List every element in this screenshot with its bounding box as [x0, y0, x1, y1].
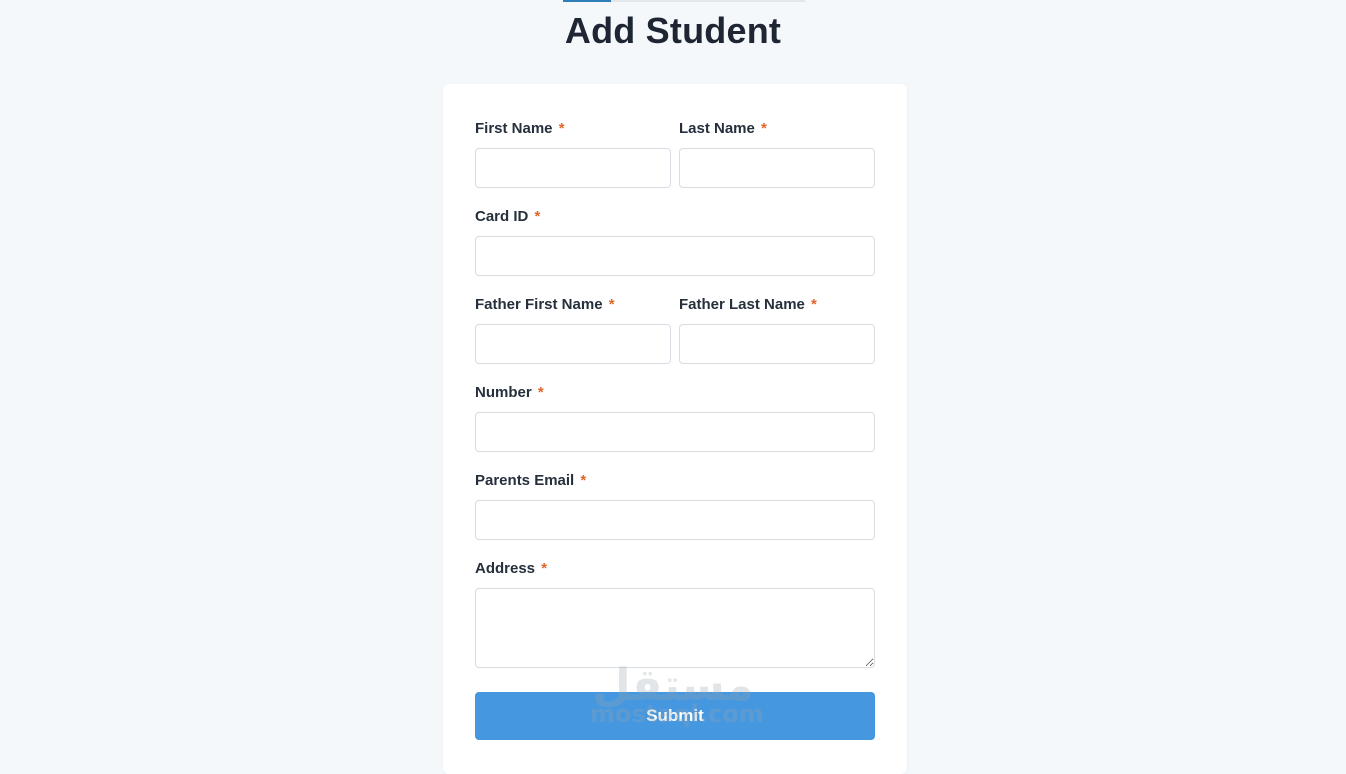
- card-id-label: Card ID *: [475, 208, 540, 225]
- required-marker: *: [761, 120, 767, 137]
- page-title: Add Student: [564, 10, 782, 51]
- top-tab-indicator: [563, 0, 805, 2]
- father-last-name-label: Father Last Name *: [679, 296, 817, 313]
- parents-email-input[interactable]: [475, 500, 875, 540]
- parents-email-label-text: Parents Email: [475, 472, 575, 489]
- address-label-text: Address: [475, 560, 536, 577]
- number-label-text: Number: [475, 384, 532, 401]
- last-name-label: Last Name *: [679, 120, 767, 137]
- last-name-input[interactable]: [679, 148, 875, 188]
- number-input[interactable]: [475, 412, 875, 452]
- father-last-name-input[interactable]: [679, 324, 875, 364]
- father-first-name-input[interactable]: [475, 324, 671, 364]
- card-id-label-text: Card ID: [475, 208, 529, 225]
- first-name-input[interactable]: [475, 148, 671, 188]
- active-tab-indicator: [563, 0, 611, 2]
- required-marker: *: [537, 384, 544, 401]
- card-id-input[interactable]: [475, 236, 875, 276]
- required-marker: *: [534, 208, 541, 225]
- add-student-form: First Name * Last Name * Card ID * Fathe…: [443, 84, 907, 774]
- required-marker: *: [580, 472, 587, 489]
- address-label: Address *: [475, 560, 547, 577]
- number-label: Number *: [475, 384, 544, 401]
- father-first-name-label-text: Father First Name: [475, 296, 603, 313]
- required-marker: *: [541, 560, 548, 577]
- father-last-name-label-text: Father Last Name: [679, 296, 805, 313]
- required-marker: *: [608, 296, 615, 313]
- address-textarea[interactable]: [475, 588, 875, 668]
- required-marker: *: [558, 120, 565, 137]
- first-name-label-text: First Name: [475, 120, 553, 137]
- first-name-label: First Name *: [475, 120, 565, 137]
- last-name-label-text: Last Name: [679, 120, 755, 137]
- submit-button[interactable]: Submit: [475, 692, 875, 740]
- required-marker: *: [811, 296, 817, 313]
- parents-email-label: Parents Email *: [475, 472, 586, 489]
- father-first-name-label: Father First Name *: [475, 296, 615, 313]
